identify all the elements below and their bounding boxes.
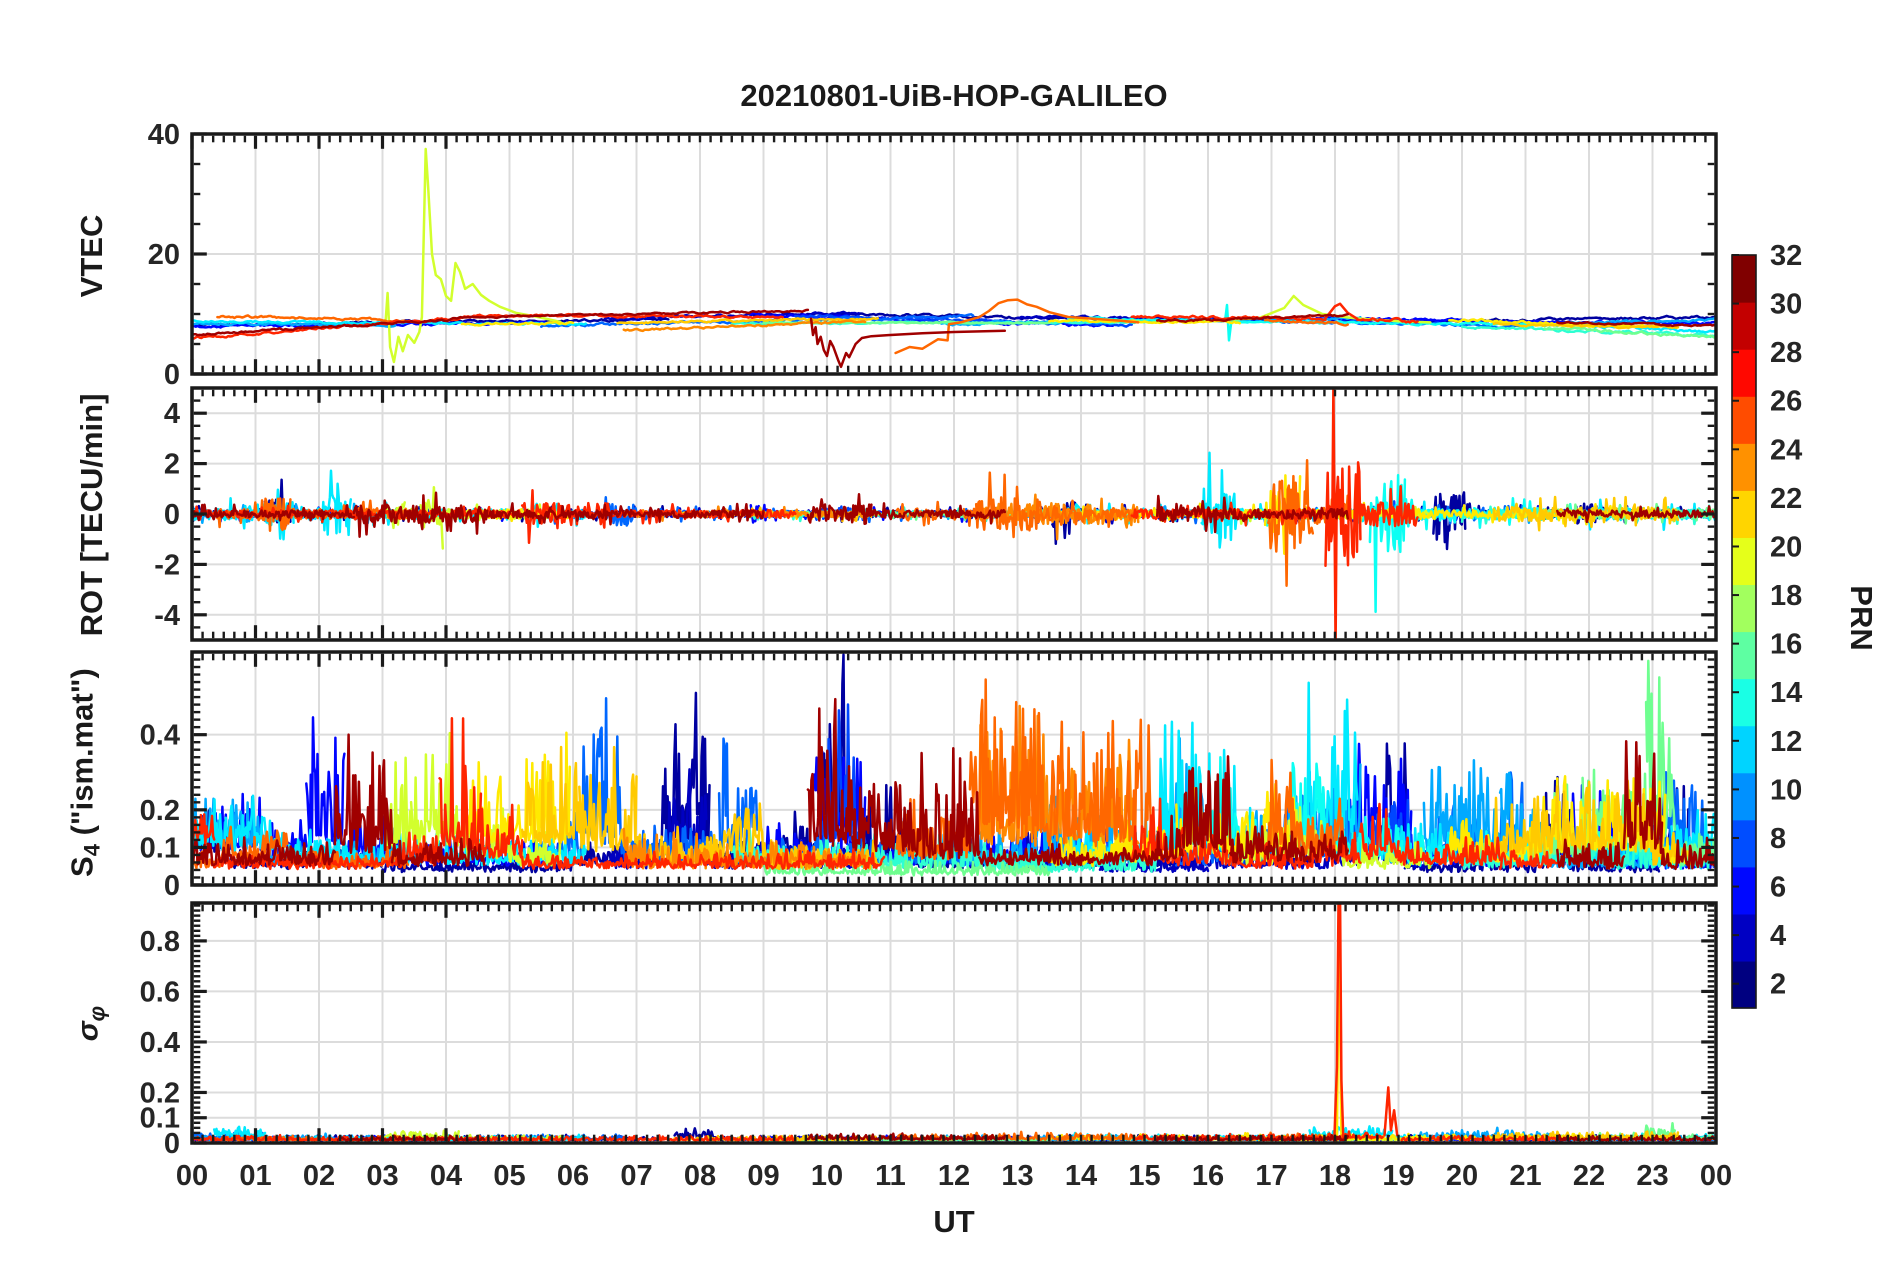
- x-tick-label: 15: [1128, 1160, 1160, 1192]
- colorbar-band: [1732, 913, 1756, 962]
- x-tick-label: 16: [1192, 1160, 1224, 1192]
- x-tick-label: 14: [1065, 1160, 1097, 1192]
- colorbar-tick-label: 24: [1770, 434, 1802, 466]
- ylabel-s4: S4 ("ism.mat"): [64, 593, 105, 953]
- x-tick-label: 09: [747, 1160, 779, 1192]
- colorbar-tick-label: 32: [1770, 240, 1802, 272]
- colorbar-band: [1732, 960, 1756, 1009]
- colorbar-band: [1732, 631, 1756, 680]
- colorbar-band: [1732, 584, 1756, 633]
- x-tick-label: 01: [239, 1160, 271, 1192]
- colorbar-tick-label: 16: [1770, 629, 1802, 661]
- x-tick-label: 23: [1636, 1160, 1668, 1192]
- x-tick-label: 05: [493, 1160, 525, 1192]
- colorbar-tick-label: 4: [1770, 920, 1786, 952]
- x-tick-label: 00: [176, 1160, 208, 1192]
- colorbar-tick-label: 6: [1770, 872, 1786, 904]
- colorbar-band: [1732, 678, 1756, 727]
- y-tick-label: 0.6: [140, 976, 180, 1008]
- colorbar-label-prn: PRN: [1844, 585, 1879, 651]
- colorbar-tick-label: 8: [1770, 823, 1786, 855]
- y-tick-label: 0.4: [140, 720, 180, 752]
- y-tick-label: 0.2: [140, 795, 180, 827]
- ylabel-sigma-sub: φ: [84, 1005, 110, 1022]
- x-tick-label: 18: [1319, 1160, 1351, 1192]
- colorbar-tick-label: 22: [1770, 483, 1802, 515]
- colorbar-tick-label: 2: [1770, 969, 1786, 1001]
- series-line-prn-27: [192, 903, 1559, 1142]
- series-line-prn-25: [216, 458, 1349, 587]
- panel-sigma_phi: 00.10.20.40.60.8: [140, 901, 1718, 1160]
- y-tick-label: 20: [148, 239, 180, 271]
- y-tick-label: 0.1: [140, 832, 180, 864]
- colorbar-band: [1732, 772, 1756, 821]
- y-tick-label: 4: [164, 398, 180, 430]
- x-tick-label: 03: [366, 1160, 398, 1192]
- series-line-prn-19: [384, 147, 1432, 364]
- grid-vtec: [192, 134, 1716, 374]
- panel-rot: -4 -2 0 2 4: [154, 386, 1718, 642]
- x-tick-label: 06: [557, 1160, 589, 1192]
- x-tick-label: 07: [620, 1160, 652, 1192]
- x-tick-label: 22: [1573, 1160, 1605, 1192]
- colorbar-tick-label: 26: [1770, 386, 1802, 418]
- colorbar-tick-label: 14: [1770, 677, 1802, 709]
- series-line-prn-21: [1048, 919, 1667, 1142]
- x-tick-label: 13: [1001, 1160, 1033, 1192]
- y-tick-label: -2: [154, 549, 180, 581]
- x-tick-label: 10: [811, 1160, 843, 1192]
- x-tick-label: 00: [1700, 1160, 1732, 1192]
- colorbar: 2468101214161820222426283032: [1731, 240, 1802, 1009]
- y-tick-label: -4: [154, 600, 180, 632]
- x-tick-label: 12: [938, 1160, 970, 1192]
- colorbar-band: [1732, 349, 1756, 397]
- y-tick-label: 40: [148, 119, 180, 151]
- panel-s4: 0 0.1 0.2 0.4: [140, 650, 1718, 902]
- colorbar-band: [1732, 866, 1756, 915]
- colorbar-tick-label: 18: [1770, 580, 1802, 612]
- figure: 0 20 40 -4 -2 0 2 4 0 0.1 0.2 0.4 0 0.1 0.2 0.4 0.6 0.8 00…: [0, 0, 1902, 1272]
- y-tick-label: 0.4: [140, 1027, 180, 1059]
- ylabel-s4-rest: ("ism.mat"): [64, 668, 100, 845]
- y-tick-label: 0: [164, 359, 180, 391]
- colorbar-tick-label: 28: [1770, 337, 1802, 369]
- colorbar-band: [1732, 819, 1756, 868]
- y-tick-label: 2: [164, 449, 180, 481]
- colorbar-band: [1732, 302, 1756, 350]
- ylabel-sigma-phi: σφ: [69, 959, 110, 1089]
- colorbar-tick-label: 10: [1770, 774, 1802, 806]
- colorbar-tick-label: 30: [1770, 289, 1802, 321]
- colorbar-band: [1732, 396, 1756, 444]
- x-tick-label: 11: [875, 1160, 906, 1192]
- plot-svg: 02040-4-202400.10.20.400.10.20.40.60.800…: [140, 119, 1803, 1192]
- x-tick-label: 02: [303, 1160, 335, 1192]
- series-line-prn-13: [1206, 473, 1559, 614]
- ylabel-s4-main: S: [64, 856, 100, 877]
- x-tick-label: 17: [1255, 1160, 1287, 1192]
- ylabel-s4-sub: 4: [79, 844, 105, 857]
- colorbar-band: [1732, 537, 1756, 586]
- colorbar-band: [1732, 255, 1756, 303]
- y-tick-label: 0.2: [140, 1077, 180, 1109]
- y-tick-label: 0: [164, 499, 180, 531]
- x-tick-label: 19: [1382, 1160, 1414, 1192]
- panel-vtec: 0 20 40: [148, 119, 1718, 391]
- x-tick-label: 08: [684, 1160, 716, 1192]
- x-tick-label: 04: [430, 1160, 462, 1192]
- colorbar-band: [1732, 443, 1756, 491]
- x-tick-label: 21: [1509, 1160, 1541, 1192]
- y-tick-label: 0.8: [140, 926, 180, 958]
- chart-title: 20210801-UiB-HOP-GALILEO: [740, 78, 1168, 113]
- colorbar-tick-label: 12: [1770, 726, 1802, 758]
- ylabel-sigma-main: σ: [71, 1021, 105, 1042]
- grid-sigma_phi: [192, 903, 1716, 1143]
- colorbar-band: [1732, 725, 1756, 774]
- colorbar-tick-label: 20: [1770, 531, 1802, 563]
- y-tick-label: 0: [164, 870, 180, 902]
- x-tick-label: 20: [1446, 1160, 1478, 1192]
- xlabel-ut: UT: [933, 1204, 975, 1239]
